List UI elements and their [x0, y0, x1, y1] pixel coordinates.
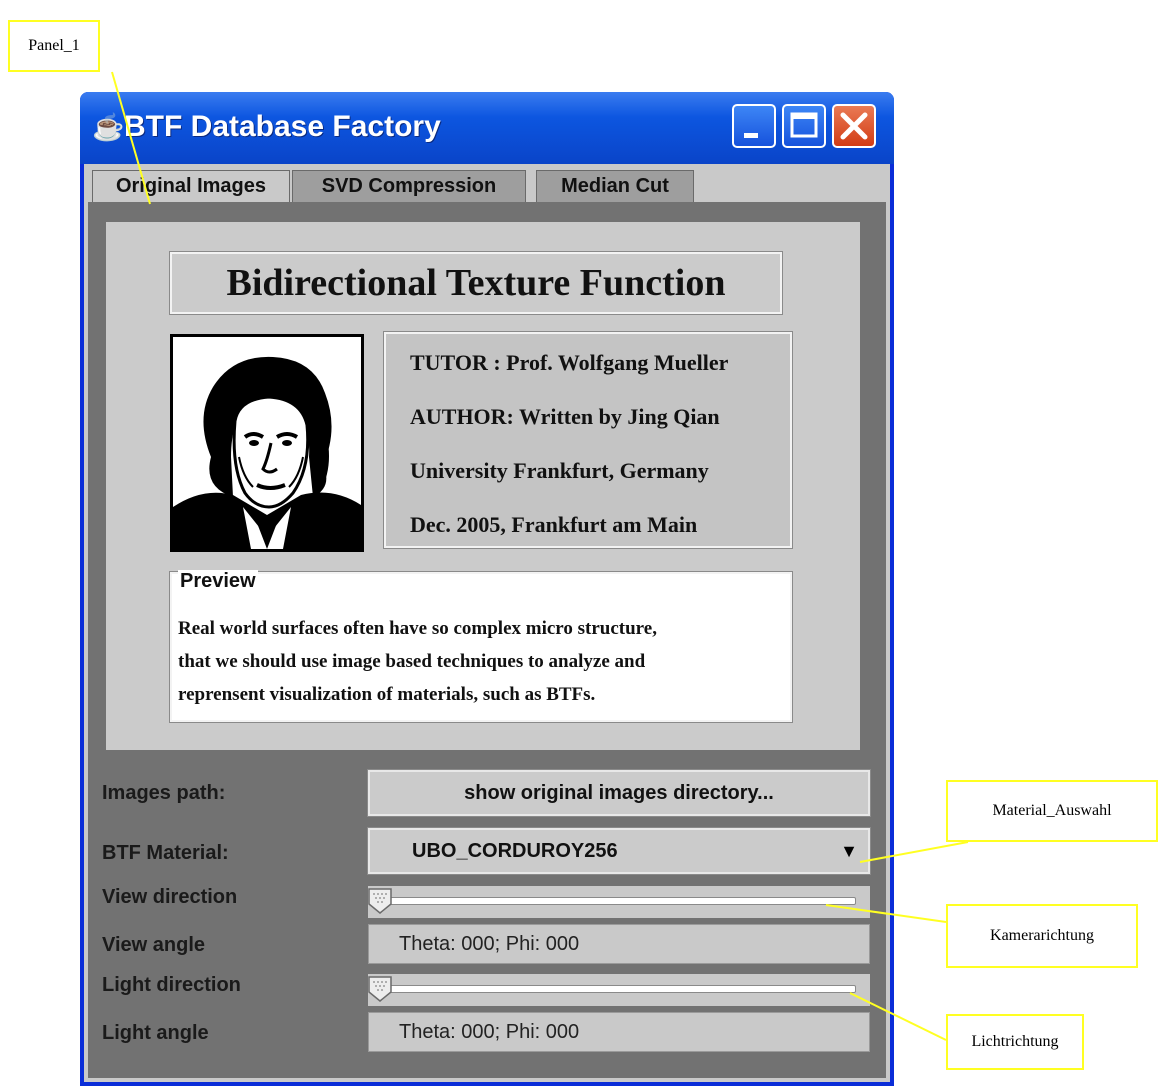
tab-svd-compression[interactable]: SVD Compression: [292, 170, 526, 202]
java-cup-icon: ☕: [92, 112, 125, 142]
view-angle-value: Theta: 000; Phi: 000: [399, 933, 580, 955]
date-text: Dec. 2005, Frankfurt am Main: [410, 512, 698, 537]
btf-material-value: UBO_CORDUROY256: [412, 840, 618, 862]
preview-legend: Preview: [178, 570, 258, 593]
view-angle-label: View angle: [102, 934, 206, 956]
view-direction-thumb[interactable]: [368, 888, 392, 914]
images-path-label: Images path:: [102, 782, 226, 804]
light-angle-display: Theta: 000; Phi: 000: [368, 1012, 870, 1052]
page-title: Bidirectional Texture Function: [169, 251, 783, 315]
callout-light-text: Lichtrichtung: [971, 1033, 1059, 1050]
preview-line: that we should use image based technique…: [178, 651, 646, 672]
show-images-directory-button[interactable]: show original images directory...: [367, 769, 871, 817]
view-direction-track[interactable]: [380, 897, 856, 905]
tab-median-cut[interactable]: Median Cut: [536, 170, 694, 202]
light-angle-value: Theta: 000; Phi: 000: [399, 1021, 580, 1043]
callout-light: Lichtrichtung: [946, 1014, 1084, 1070]
light-direction-label: Light direction: [102, 974, 241, 996]
tab-label: SVD Compression: [321, 175, 497, 197]
preview-text: Real world surfaces often have so comple…: [178, 612, 790, 711]
tab-bar: Original Images SVD Compression Median C…: [84, 164, 890, 202]
university-text: University Frankfurt, Germany: [410, 458, 709, 483]
goethe-portrait-icon: [170, 334, 364, 552]
light-angle-label: Light angle: [102, 1022, 209, 1044]
callout-material-text: Material_Auswahl: [992, 802, 1112, 819]
preview-line: reprensent visualization of materials, s…: [178, 684, 596, 705]
callout-material: Material_Auswahl: [946, 780, 1158, 842]
window-client: Original Images SVD Compression Median C…: [84, 164, 890, 1082]
light-direction-track[interactable]: [380, 985, 856, 993]
callout-panel: Panel_1: [8, 20, 100, 72]
minimize-icon: [744, 133, 758, 138]
show-images-directory-label: show original images directory...: [464, 781, 774, 804]
author-text: AUTHOR: Written by Jing Qian: [410, 404, 720, 429]
callout-panel-text: Panel_1: [28, 37, 80, 54]
callout-camera-text: Kamerarichtung: [990, 927, 1094, 944]
app-window: ☕ BTF Database Factory Original Images S…: [80, 92, 894, 1086]
maximize-button[interactable]: [782, 104, 826, 148]
info-panel: Bidirectional Texture Function TUTOR: P…: [106, 222, 860, 750]
tutor-text: TUTOR : Prof. Wolfgang Mueller: [410, 350, 729, 375]
close-icon: [840, 112, 868, 140]
light-direction-thumb[interactable]: [368, 976, 392, 1002]
panel-original-images: Bidirectional Texture Function TUTOR: P…: [88, 202, 886, 1078]
preview-group: Preview Real world surfaces often have s…: [169, 570, 793, 723]
btf-material-label: BTF Material:: [102, 842, 229, 864]
view-angle-display: Theta: 000; Phi: 000: [368, 924, 870, 964]
preview-line: Real world surfaces often have so comple…: [178, 618, 657, 639]
title-bar[interactable]: ☕ BTF Database Factory: [80, 92, 894, 164]
credits-box: TUTOR : Prof. Wolfgang Mueller AUTHOR: W…: [383, 331, 793, 549]
tab-label: Median Cut: [561, 175, 669, 197]
view-direction-label: View direction: [102, 886, 238, 908]
tab-label: Original Images: [115, 175, 267, 197]
window-title: BTF Database Factory: [124, 110, 441, 143]
light-direction-slider[interactable]: [368, 974, 870, 1006]
minimize-button[interactable]: [732, 104, 776, 148]
close-button[interactable]: [832, 104, 876, 148]
callout-camera: Kamerarichtung: [946, 904, 1138, 968]
maximize-icon: [790, 112, 818, 138]
btf-material-select[interactable]: UBO_CORDUROY256 ▼: [367, 827, 871, 875]
chevron-down-icon[interactable]: ▼: [840, 841, 858, 862]
view-direction-slider[interactable]: [368, 886, 870, 918]
tab-original-images[interactable]: Original Images: [92, 170, 290, 202]
